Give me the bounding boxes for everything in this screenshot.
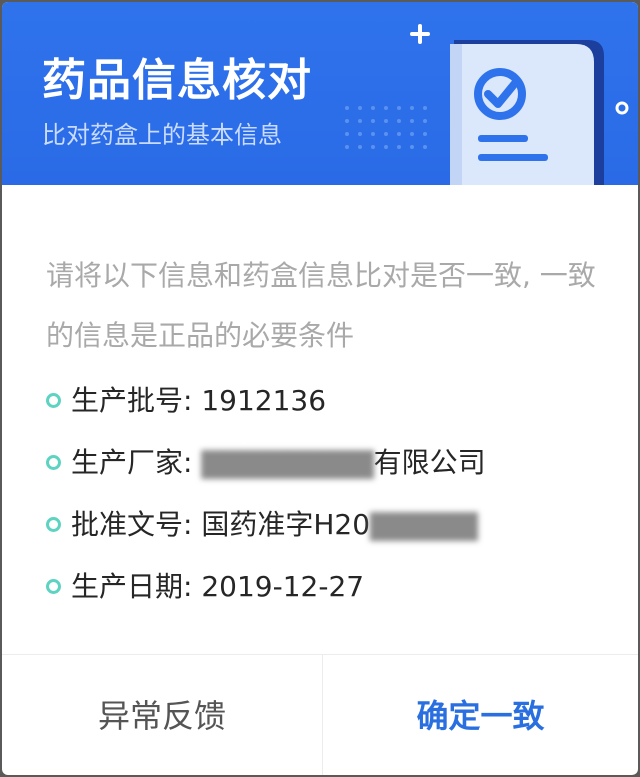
- dialog-header: 药品信息核对 比对药盒上的基本信息: [2, 2, 638, 185]
- info-label: 生产日期:: [71, 570, 202, 603]
- info-value: 国药准字H20: [201, 508, 371, 541]
- info-item-production-date: 生产日期: 2019-12-27: [46, 558, 486, 620]
- bullet-ring-icon: [46, 516, 61, 532]
- info-label: 生产厂家:: [71, 446, 202, 479]
- dialog-subtitle: 比对药盒上的基本信息: [42, 121, 282, 149]
- dialog-footer: 异常反馈 确定一致: [2, 654, 638, 775]
- info-value: 1912136: [201, 384, 327, 417]
- dot-pattern-decoration: [345, 106, 427, 149]
- instruction-text: 请将以下信息和药盒信息比对是否一致, 一致的信息是正品的必要条件: [46, 259, 596, 352]
- small-ring-decoration: [615, 101, 629, 115]
- info-label: 生产批号:: [71, 384, 202, 417]
- info-value: 2019-12-27: [201, 570, 365, 603]
- document-check-icon: [450, 40, 604, 185]
- bullet-ring-icon: [46, 578, 61, 594]
- bullet-ring-icon: [46, 392, 61, 408]
- bullet-ring-icon: [46, 454, 61, 470]
- medicine-info-list: 生产批号: 1912136 生产厂家: ▇▇▇▇▇▇▇▇有限公司 批准文号: 国…: [46, 372, 486, 620]
- dialog-title: 药品信息核对: [42, 55, 312, 106]
- redacted-text: ▇▇▇▇▇▇▇▇: [201, 446, 374, 479]
- info-value: 有限公司: [373, 446, 486, 479]
- info-item-approval-number: 批准文号: 国药准字H20▇▇▇▇▇: [46, 496, 486, 558]
- plus-sparkle-icon: [410, 24, 430, 44]
- medicine-verify-dialog: 药品信息核对 比对药盒上的基本信息 请将以下信息和药盒信息比对是否一致, 一致的…: [2, 2, 638, 775]
- info-item-batch-number: 生产批号: 1912136: [46, 372, 486, 434]
- info-item-manufacturer: 生产厂家: ▇▇▇▇▇▇▇▇有限公司: [46, 434, 486, 496]
- confirm-match-button[interactable]: 确定一致: [323, 655, 638, 775]
- redacted-text: ▇▇▇▇▇: [370, 508, 478, 541]
- report-abnormal-button[interactable]: 异常反馈: [2, 655, 322, 775]
- info-label: 批准文号:: [71, 508, 202, 541]
